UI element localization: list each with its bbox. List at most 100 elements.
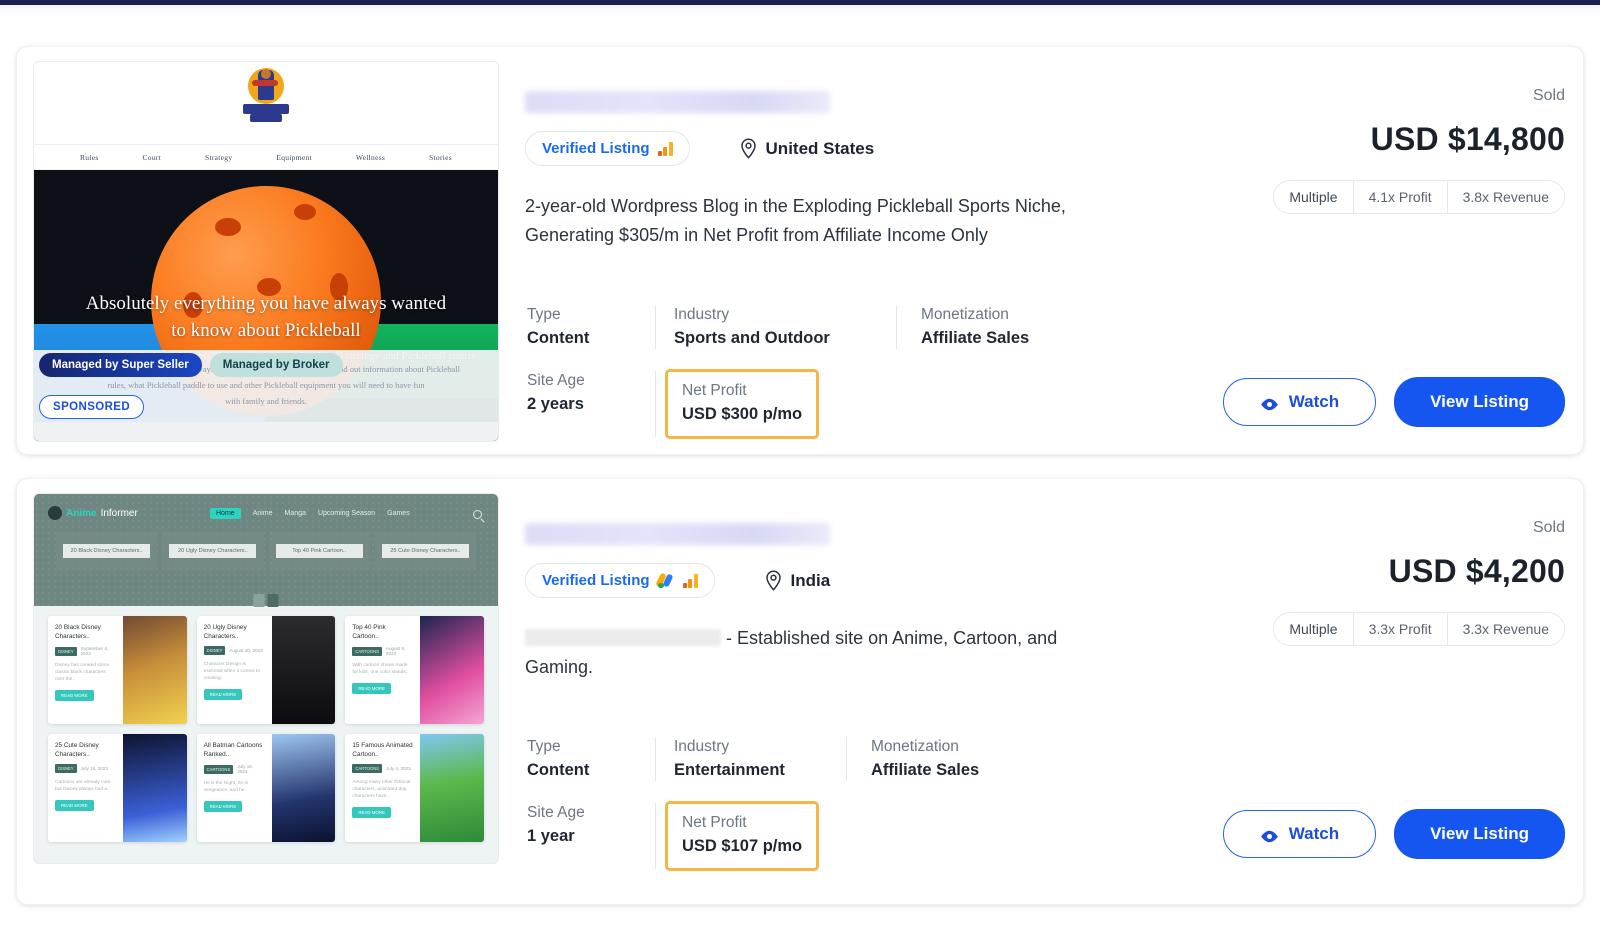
spec-row-bottom: Site Age 1 year Net Profit USD $107 p/mo [525,801,979,871]
location-pin-icon [765,570,782,591]
badge-sponsored: SPONSORED [39,395,145,419]
view-listing-button[interactable]: View Listing [1394,809,1565,859]
google-analytics-icon [654,572,675,588]
bar-chart-icon [682,573,698,588]
thumb-site-logo: Anime Informer [48,506,138,520]
thumb-nav-item: Home [210,508,241,519]
thumb-site-header [34,62,498,144]
thumb-nav-item: Stories [429,152,453,162]
article-image [420,616,484,724]
location-pin-icon [740,138,757,159]
listing-description: - Established site on Anime, Cartoon, an… [525,624,1097,682]
badge-managed-by-broker: Managed by Broker [209,353,343,377]
view-listing-button[interactable]: View Listing [1394,377,1565,427]
listing-thumbnail[interactable]: Anime Informer Home Anime Manga Upcoming… [33,493,499,864]
listing-actions: Watch View Listing [1222,377,1565,427]
location-label: United States [765,138,875,158]
watch-label: Watch [1288,392,1340,411]
verified-listing-badge[interactable]: Verified Listing [525,563,715,598]
spec-row-top: Type Content Industry Entertainment Mone… [525,735,979,783]
spec-divider [655,803,656,869]
thumb-hero-title: Absolutely everything you have always wa… [85,293,447,341]
listing-info: Verified Listing India - Established sit… [525,479,1583,904]
multiple-label: Multiple [1289,189,1338,205]
cat-logo-icon [48,506,62,520]
slider-arrows [253,594,279,607]
spec-net-profit-highlighted: Net Profit USD $300 p/mo [665,369,820,439]
eye-icon [1260,396,1279,410]
page-header-shade [0,5,1600,17]
listing-title-redacted[interactable] [525,523,830,545]
thumb-site-nav: Rules Court Strategy Equipment Wellness … [34,144,498,170]
listing-price-block: Sold USD $4,200 Multiple 3.3x Profit 3.3… [1225,479,1565,646]
listing-title-redacted[interactable] [525,91,830,113]
site-logo-icon [243,68,289,126]
listing-price-block: Sold USD $14,800 Multiple 4.1x Profit 3.… [1225,47,1565,214]
multiple-profit: 3.3x Profit [1352,613,1447,645]
thumb-nav-item: Games [387,510,410,517]
slider-item: 20 Black Disney Characters.. [56,532,158,570]
thumb-site-header: Anime Informer Home Anime Manga Upcoming… [34,494,498,606]
listing-actions: Watch View Listing [1222,809,1565,859]
listing-meta-row: Verified Listing India [525,563,830,598]
multiple-label: Multiple [1289,621,1338,637]
bar-chart-icon [657,141,673,156]
thumb-site-nav: Home Anime Manga Upcoming Season Games [210,508,410,519]
spec-row-bottom: Site Age 2 years Net Profit USD $300 p/m… [525,369,1029,439]
article-image [271,616,336,724]
thumb-nav-item: Manga [284,510,306,517]
listings-page: Rules Court Strategy Equipment Wellness … [0,0,1600,936]
thumb-article-grid: 20 Black Disney Characters.. DISNEY Septe… [48,616,484,842]
listing-description: 2-year-old Wordpress Blog in the Explodi… [525,196,1066,245]
description-redacted-name [525,629,721,646]
slider-item: Top 40 Pink Cartoon.. [268,532,370,570]
spec-site-age: Site Age 1 year [527,804,585,845]
listing-card[interactable]: Anime Informer Home Anime Manga Upcoming… [16,478,1584,905]
spec-row-top: Type Content Industry Sports and Outdoor… [525,303,1029,351]
article-card: Top 40 Pink Cartoon.. CARTOONS August 9, … [345,616,484,724]
spec-industry: Industry Sports and Outdoor [674,306,830,347]
listing-card[interactable]: Rules Court Strategy Equipment Wellness … [16,46,1584,455]
listing-price: USD $4,200 [1388,553,1565,589]
watch-label: Watch [1288,824,1340,843]
spec-monetization: Monetization Affiliate Sales [871,738,980,779]
thumb-nav-item: Rules [79,152,99,162]
spec-monetization: Monetization Affiliate Sales [921,306,1030,347]
spec-net-profit-highlighted: Net Profit USD $107 p/mo [665,801,820,871]
verified-listing-label: Verified Listing [542,140,650,157]
multiple-group: Multiple 4.1x Profit 3.8x Revenue [1273,180,1565,214]
thumb-nav-item: Court [142,152,162,162]
badge-managed-by-super-seller: Managed by Super Seller [39,353,202,377]
eye-icon [1260,828,1279,842]
listing-specs: Type Content Industry Entertainment Mone… [525,735,979,871]
spec-site-age: Site Age 2 years [527,372,585,413]
article-card: 25 Cute Disney Characters.. DISNEY July 1… [48,734,187,842]
verified-listing-badge[interactable]: Verified Listing [525,131,690,166]
listing-specs: Type Content Industry Sports and Outdoor… [525,303,1029,439]
slider-item: 20 Ugly Disney Characters.. [162,532,264,570]
thumb-nav-item: Anime [252,510,273,517]
listing-meta-row: Verified Listing United States [525,131,874,166]
multiple-group: Multiple 3.3x Profit 3.3x Revenue [1273,612,1565,646]
multiple-revenue: 3.8x Revenue [1446,181,1564,213]
watch-button[interactable]: Watch [1222,378,1377,426]
status-badge: Sold [1532,87,1565,104]
article-image [122,734,187,842]
spec-type: Type Content [527,306,590,347]
watch-button[interactable]: Watch [1222,810,1377,858]
thumbnail-badge-row: Managed by Super Seller Managed by Broke… [39,353,343,377]
verified-listing-label: Verified Listing [542,572,650,589]
thumb-nav-item: Equipment [276,152,312,162]
listing-location: United States [740,138,875,159]
multiple-revenue: 3.3x Revenue [1446,613,1564,645]
location-label: India [790,570,831,590]
article-image [271,734,336,842]
article-card: All Batman Cartoons Ranked.. CARTOONS Jul… [196,734,336,842]
thumb-nav-item: Upcoming Season [317,510,376,517]
listing-thumbnail[interactable]: Rules Court Strategy Equipment Wellness … [33,61,499,442]
article-card: 15 Famous Animated Cartoon.. CARTOONS Jul… [345,734,484,842]
multiple-profit: 4.1x Profit [1352,181,1447,213]
thumb-nav-item: Wellness [355,152,386,162]
article-card: 20 Ugly Disney Characters.. DISNEY August… [196,616,336,724]
thumb-slider: 20 Black Disney Characters.. 20 Ugly Dis… [56,532,476,570]
